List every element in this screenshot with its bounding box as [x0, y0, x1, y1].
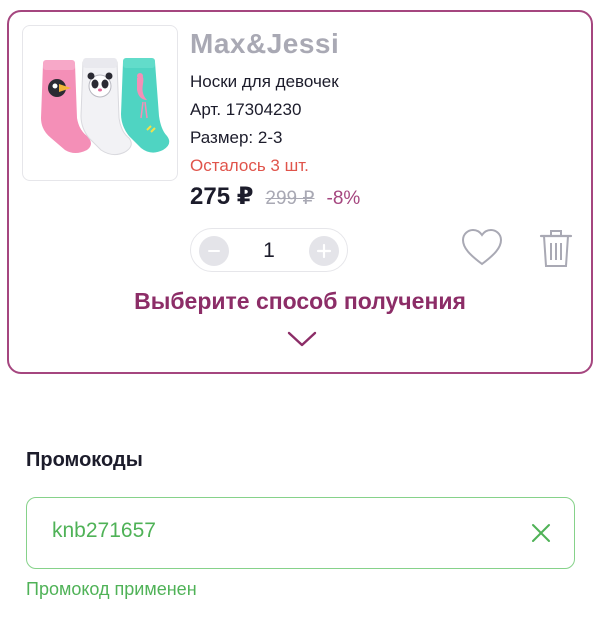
plus-icon: [316, 243, 332, 259]
old-price: 299 ₽: [265, 188, 315, 209]
trash-icon: [539, 230, 573, 267]
increase-quantity-button[interactable]: [309, 236, 339, 266]
product-name[interactable]: Носки для девочек: [190, 72, 339, 92]
discount-badge: -8%: [326, 188, 361, 209]
product-size: Размер: 2-3: [190, 128, 283, 147]
promo-code-input[interactable]: knb271657: [26, 497, 575, 569]
decrease-quantity-button[interactable]: [199, 236, 229, 266]
minus-icon: [208, 250, 220, 252]
chevron-down-icon[interactable]: [286, 329, 318, 349]
choose-delivery-method[interactable]: Выберите способ получения: [9, 288, 591, 315]
delete-button[interactable]: [538, 226, 574, 270]
favorite-button[interactable]: [460, 226, 504, 270]
promo-section-title: Промокоды: [26, 449, 143, 471]
product-article: Арт. 17304230: [190, 100, 302, 119]
quantity-value: 1: [263, 239, 275, 262]
promo-status-message: Промокод применен: [26, 579, 197, 599]
price-row: 275 ₽ 299 ₽ -8%: [190, 182, 360, 211]
heart-icon: [461, 228, 503, 266]
promo-code-value[interactable]: knb271657: [52, 519, 156, 543]
cart-item-card: Max&Jessi Носки для девочек Арт. 1730423…: [7, 10, 593, 374]
socks-image: [41, 58, 170, 156]
stock-remaining: Осталось 3 шт.: [190, 156, 309, 175]
product-image[interactable]: [22, 25, 178, 181]
product-brand[interactable]: Max&Jessi: [190, 28, 339, 60]
quantity-stepper: 1: [190, 228, 348, 272]
current-price: 275 ₽: [190, 183, 254, 210]
close-icon[interactable]: [530, 522, 552, 544]
